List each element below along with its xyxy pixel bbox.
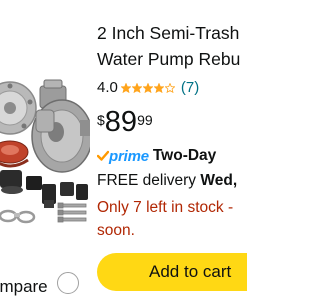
star-icon: [142, 82, 153, 93]
star-icon: [131, 82, 142, 93]
prime-check-icon: [97, 150, 109, 161]
product-image[interactable]: [0, 0, 90, 252]
review-count-link[interactable]: (7): [181, 79, 199, 96]
price-symbol: $: [97, 112, 105, 128]
product-list-item[interactable]: ompare 2 Inch Semi-Trash Water Pump Rebu…: [0, 0, 247, 296]
rating-value: 4.0: [97, 79, 118, 96]
product-details: 2 Inch Semi-Trash Water Pump Rebu 4.0 (7…: [97, 0, 247, 296]
rating-row[interactable]: 4.0 (7): [97, 79, 199, 96]
star-rating: [120, 82, 176, 93]
compare-control[interactable]: ompare: [0, 252, 90, 296]
add-to-cart-button[interactable]: Add to cart: [97, 253, 247, 291]
product-title-line-2[interactable]: Water Pump Rebu: [97, 46, 240, 72]
star-icon: [120, 82, 131, 93]
stock-warning-line-1: Only 7 left in stock -: [97, 199, 234, 216]
delivery-day: Wed,: [200, 172, 238, 189]
pump-body: [31, 79, 90, 173]
stock-warning: Only 7 left in stock - soon.: [97, 196, 233, 242]
bolts: [57, 202, 87, 223]
product-title[interactable]: 2 Inch Semi-Trash Water Pump Rebu: [97, 20, 240, 72]
delivery-info: FREE delivery Wed,: [97, 172, 237, 190]
prime-label: prime: [109, 147, 149, 165]
delivery-prefix: FREE delivery: [97, 172, 201, 189]
price-fraction: 99: [137, 112, 153, 128]
hose-clamps: [0, 209, 36, 224]
shipping-speed: Two-Day: [152, 147, 217, 164]
stock-warning-line-2: soon.: [97, 222, 135, 239]
pump-kit-illustration: [0, 79, 90, 224]
product-title-line-1[interactable]: 2 Inch Semi-Trash: [97, 20, 240, 46]
star-icon: [164, 82, 175, 93]
price: $ 89 99: [97, 106, 153, 138]
compare-radio-icon[interactable]: [57, 272, 79, 294]
impeller: [0, 140, 29, 168]
gasket-plate: [0, 81, 37, 135]
prime-badge: prime Two-Day: [97, 147, 216, 165]
star-icon: [153, 82, 164, 93]
seal-parts: [0, 170, 42, 194]
price-whole: 89: [104, 106, 138, 138]
compare-label: ompare: [0, 277, 48, 296]
